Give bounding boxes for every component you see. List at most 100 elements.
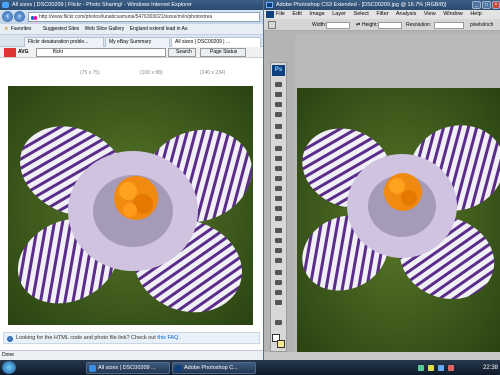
favorites-bar: ★ Favorites Suggested Sites Web Slice Ga…	[0, 24, 263, 35]
notes-tool-icon[interactable]	[274, 269, 283, 276]
swap-icon[interactable]: ⇄	[356, 23, 360, 28]
shape-tool-icon[interactable]	[274, 257, 283, 264]
start-button[interactable]	[2, 361, 16, 374]
suggested-sites-link[interactable]: Suggested Sites	[43, 26, 79, 32]
info-text: Looking for the HTML code and photo file…	[16, 335, 156, 341]
width-field[interactable]	[326, 22, 350, 29]
tab-label: All sizes | DSC00209 | ...	[175, 39, 231, 45]
status-text: Done	[2, 352, 14, 358]
quick-mask-icon[interactable]	[274, 319, 283, 326]
taskbar-item-label: Adobe Photoshop C...	[184, 365, 238, 371]
url-input[interactable]: http://www.flickr.com/photos/lunaticsamu…	[28, 12, 260, 22]
ps-status-bar	[264, 352, 500, 360]
taskbar-clock[interactable]: 22:38	[470, 362, 498, 374]
resolution-field[interactable]	[434, 22, 464, 29]
avg-search-value: flickr	[53, 49, 64, 55]
menu-filter[interactable]: Filter	[376, 11, 388, 17]
menu-select[interactable]: Select	[354, 11, 369, 17]
marquee-tool-icon[interactable]	[274, 91, 283, 98]
page-status-button[interactable]: Page Status	[200, 48, 246, 57]
taskbar-item-photoshop[interactable]: Adobe Photoshop C...	[172, 362, 256, 374]
ie-title-text: All sizes | DSC00209 | Flickr - Photo Sh…	[12, 2, 192, 8]
slice-tool-icon[interactable]	[274, 133, 283, 140]
faq-link[interactable]: this FAQ.	[157, 335, 180, 341]
ps-menu-bar: File Edit Image Layer Select Filter Anal…	[264, 10, 500, 19]
page-status-label: Page Status	[210, 49, 238, 55]
history-brush-tool-icon[interactable]	[274, 175, 283, 182]
ps-taskbar-icon	[175, 365, 182, 372]
ps-app-icon	[266, 2, 273, 8]
gradient-tool-icon[interactable]	[274, 195, 283, 202]
minimize-icon[interactable]: _	[472, 1, 481, 9]
healing-brush-tool-icon[interactable]	[274, 145, 283, 152]
brush-tool-icon[interactable]	[274, 155, 283, 162]
menu-help[interactable]: Help	[470, 11, 481, 17]
menu-file[interactable]: File	[276, 11, 285, 17]
background-color-swatch[interactable]	[277, 340, 285, 348]
tray-avg-icon[interactable]	[448, 365, 454, 371]
magic-wand-tool-icon[interactable]	[274, 111, 283, 118]
type-tool-icon[interactable]	[274, 237, 283, 244]
ps-title-bar[interactable]: Adobe Photoshop CS3 Extended - [DSC00209…	[264, 0, 500, 10]
pen-tool-icon[interactable]	[274, 227, 283, 234]
resolution-unit-select[interactable]: pixels/inch	[470, 19, 493, 30]
crop-tool-icon[interactable]	[268, 21, 276, 29]
flower-photo	[8, 86, 253, 325]
avg-label: AVG	[18, 49, 29, 55]
menu-image[interactable]: Image	[309, 11, 324, 17]
eraser-tool-icon[interactable]	[274, 185, 283, 192]
crop-tool-icon[interactable]	[274, 123, 283, 130]
move-tool-icon[interactable]	[274, 81, 283, 88]
ps-title-text: Adobe Photoshop CS3 Extended - [DSC00209…	[276, 2, 447, 8]
ie-address-bar: ‹ › http://www.flickr.com/photos/lunatic…	[0, 10, 263, 24]
ps-menu-logo-icon	[266, 11, 274, 18]
clone-stamp-tool-icon[interactable]	[274, 165, 283, 172]
menu-view[interactable]: View	[424, 11, 436, 17]
flickr-favicon-icon	[31, 15, 37, 20]
zoom-tool-icon[interactable]	[274, 299, 283, 306]
eyedropper-tool-icon[interactable]	[274, 279, 283, 286]
forward-icon[interactable]: ›	[14, 11, 25, 22]
maximize-icon[interactable]: □	[482, 1, 491, 9]
avg-search-button[interactable]: Search	[168, 48, 196, 57]
lasso-tool-icon[interactable]	[274, 101, 283, 108]
ie-status-bar: Done	[0, 350, 263, 360]
size-square[interactable]: (75 x 75)	[80, 70, 100, 76]
tab-flickr-desaturation[interactable]: Flickr desaturation proble...	[24, 37, 104, 47]
info-icon: i	[7, 336, 13, 342]
back-icon[interactable]: ‹	[2, 11, 13, 22]
menu-layer[interactable]: Layer	[332, 11, 346, 17]
width-label: Width:	[312, 22, 327, 28]
taskbar-item-ie[interactable]: All sizes | DSC00209 ...	[86, 362, 170, 374]
favorites-button[interactable]: Favorites	[11, 26, 32, 32]
path-selection-tool-icon[interactable]	[274, 247, 283, 254]
height-field[interactable]	[378, 22, 402, 29]
tray-network-icon[interactable]	[418, 365, 424, 371]
resolution-label: Resolution:	[406, 22, 432, 28]
ps-options-bar: Width: ⇄ Height: Resolution: pixels/inch	[264, 19, 500, 31]
tab-all-sizes[interactable]: All sizes | DSC00209 | ...	[171, 37, 261, 47]
size-thumbnail[interactable]: (100 x 88)	[140, 70, 163, 76]
menu-edit[interactable]: Edit	[292, 11, 301, 17]
ps-toolbox: Ps	[270, 62, 287, 352]
tray-volume-icon[interactable]	[428, 365, 434, 371]
size-small[interactable]: (240 x 234)	[200, 70, 225, 76]
blur-tool-icon[interactable]	[274, 205, 283, 212]
close-icon[interactable]: ×	[492, 1, 500, 9]
dodge-tool-icon[interactable]	[274, 215, 283, 222]
ps-canvas-image[interactable]	[297, 88, 500, 353]
avg-toolbar: AVG flickr Search Page Status	[0, 47, 263, 58]
ie-taskbar-icon	[89, 365, 96, 372]
tab-ebay-summary[interactable]: My eBay Summary	[105, 37, 170, 47]
tab-label: My eBay Summary	[109, 39, 152, 45]
england-news-link[interactable]: England extend lead in As	[130, 26, 188, 32]
menu-analysis[interactable]: Analysis	[396, 11, 416, 17]
taskbar-item-label: All sizes | DSC00209 ...	[98, 365, 156, 371]
avg-search-input[interactable]: flickr	[36, 48, 166, 57]
menu-window[interactable]: Window	[443, 11, 463, 17]
hand-tool-icon[interactable]	[274, 289, 283, 296]
faq-info-bar: i Looking for the HTML code and photo fi…	[3, 332, 260, 344]
ie-title-bar[interactable]: All sizes | DSC00209 | Flickr - Photo Sh…	[0, 0, 263, 10]
tray-app-icon[interactable]	[438, 365, 444, 371]
web-slice-gallery-link[interactable]: Web Slice Gallery	[85, 26, 125, 32]
